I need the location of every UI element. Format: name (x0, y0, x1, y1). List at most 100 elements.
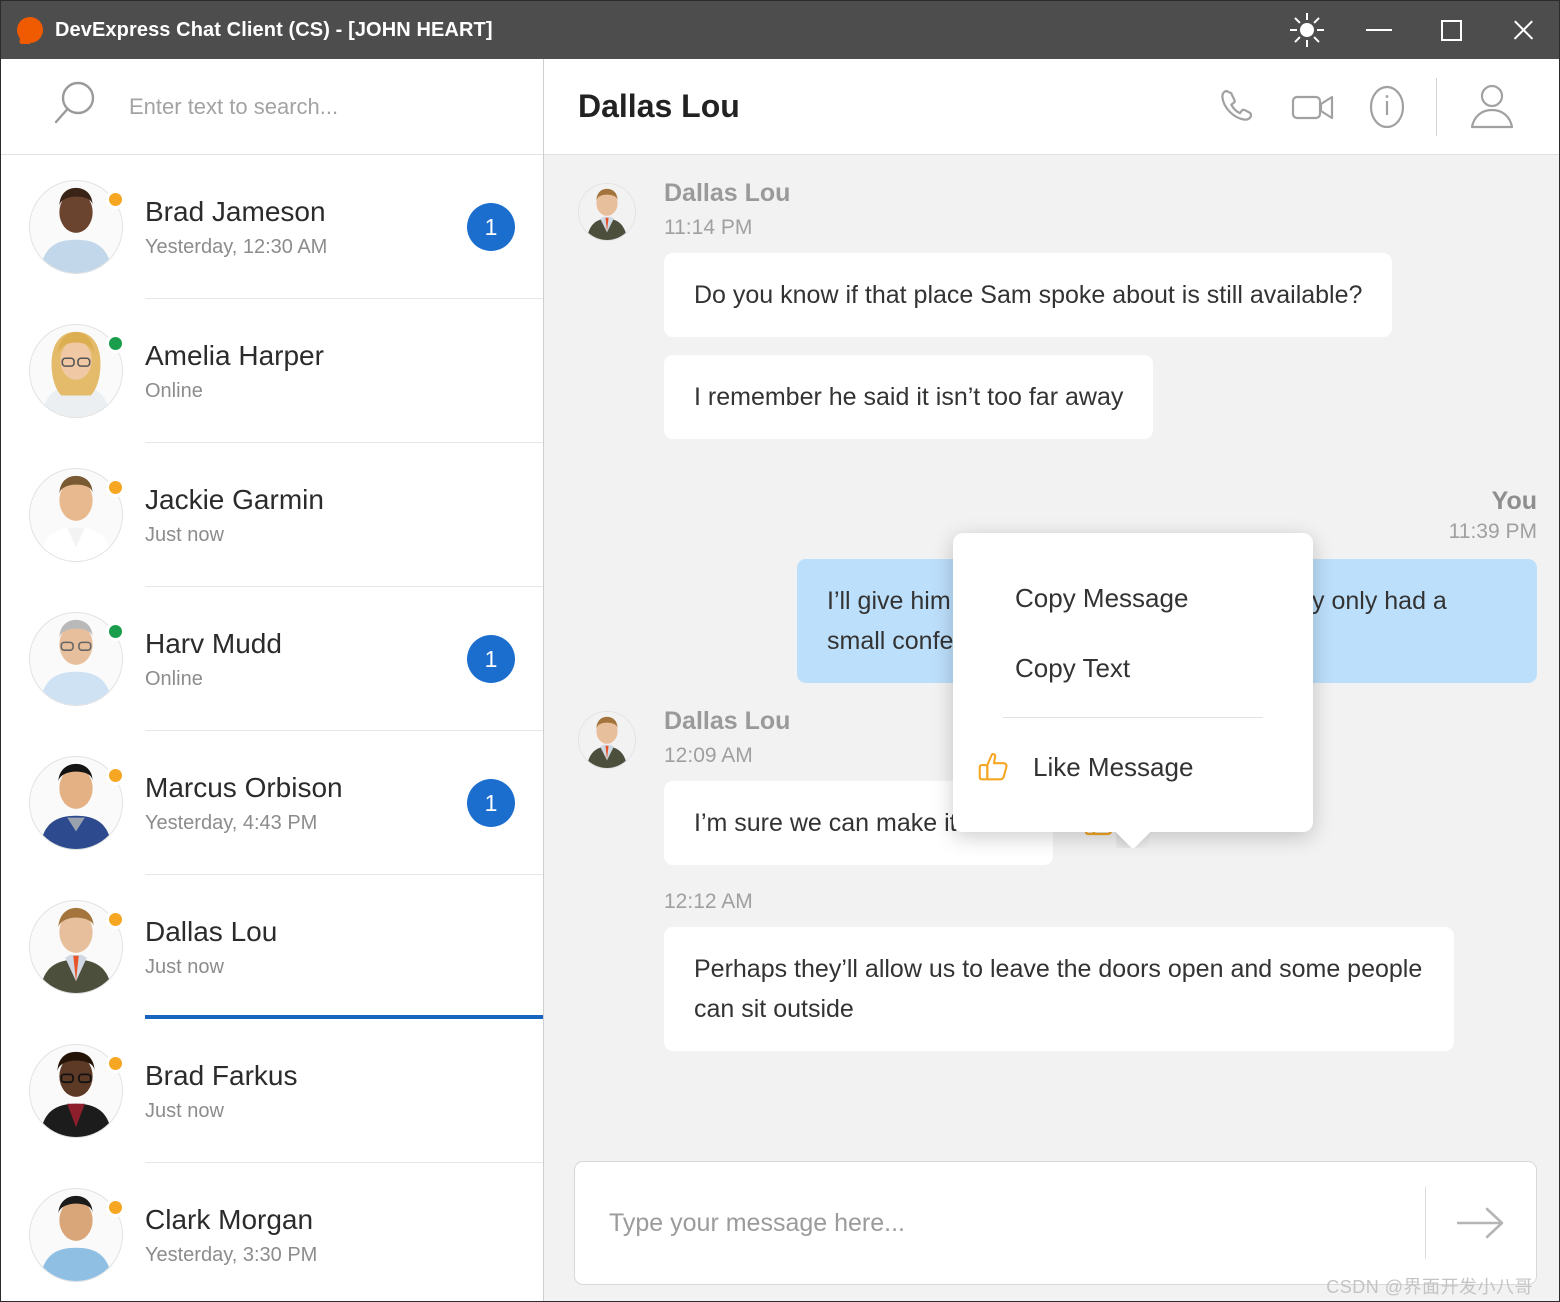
info-button[interactable] (1350, 77, 1424, 137)
status-dot-away (106, 478, 125, 497)
contact-list-item[interactable]: Clark Morgan Yesterday, 3:30 PM (1, 1163, 543, 1301)
contact-status-text: Online (145, 380, 203, 402)
contact-text: Brad Farkus Just now (145, 1059, 467, 1123)
search-input[interactable] (129, 93, 543, 120)
avatar-wrapper (29, 180, 125, 274)
contact-list-item[interactable]: Marcus Orbison Yesterday, 4:43 PM 1 (1, 731, 543, 875)
contact-name: Marcus Orbison (145, 772, 343, 803)
sidebar: Brad Jameson Yesterday, 12:30 AM 1 Amelia H… (1, 59, 544, 1301)
message-composer[interactable] (574, 1161, 1537, 1285)
window-title: DevExpress Chat Client (CS) - [JOHN HEAR… (55, 18, 493, 41)
chat-actions (1202, 77, 1529, 137)
contact-status-text: Online (145, 668, 203, 690)
status-dot-away (106, 190, 125, 209)
person-icon (1470, 84, 1514, 128)
message-time: 12:12 AM (664, 890, 753, 913)
minimize-button[interactable] (1343, 1, 1415, 59)
contact-list[interactable]: Brad Jameson Yesterday, 12:30 AM 1 Amelia H… (1, 155, 543, 1301)
message-sender: You (1491, 487, 1537, 515)
chat-header: Dallas Lou (544, 59, 1559, 155)
status-dot-away (106, 1054, 125, 1073)
message-input[interactable] (575, 1208, 1425, 1238)
unread-badge: 1 (467, 203, 515, 251)
contact-status-text: Yesterday, 4:43 PM (145, 812, 318, 834)
contact-list-item[interactable]: Amelia Harper Online (1, 299, 543, 443)
search-icon (49, 78, 101, 135)
status-dot-online (106, 622, 125, 641)
maximize-button[interactable] (1415, 1, 1487, 59)
app-window: DevExpress Chat Client (CS) - [JOHN HEAR… (0, 0, 1560, 1302)
avatar (578, 711, 636, 769)
maximize-icon (1440, 19, 1462, 41)
contact-list-item[interactable]: Dallas Lou Just now (1, 875, 543, 1019)
devexpress-logo-icon (17, 17, 43, 44)
video-call-button[interactable] (1276, 77, 1350, 137)
message-time: 11:14 PM (664, 216, 753, 239)
context-menu-item-label: Like Message (1033, 751, 1194, 782)
composer-area: CSDN @界面开发小八哥 (544, 1147, 1559, 1301)
context-menu-divider (1003, 717, 1263, 718)
call-button[interactable] (1202, 77, 1276, 137)
unread-badge: 1 (467, 779, 515, 827)
contact-text: Jackie Garmin Just now (145, 483, 467, 547)
contact-list-item[interactable]: Brad Jameson Yesterday, 12:30 AM 1 (1, 155, 543, 299)
contact-list-item[interactable]: Brad Farkus Just now (1, 1019, 543, 1163)
status-dot-away (106, 1198, 125, 1217)
message-list: Dallas Lou 11:14 PM Do you know if that … (544, 155, 1559, 1147)
message-bubble[interactable]: Perhaps they’ll allow us to leave the do… (664, 927, 1454, 1051)
contact-name: Harv Mudd (145, 628, 282, 659)
unread-badge: 1 (467, 635, 515, 683)
contact-status-text: Yesterday, 3:30 PM (145, 1244, 318, 1266)
main-body: Brad Jameson Yesterday, 12:30 AM 1 Amelia H… (1, 59, 1559, 1301)
sun-icon (1290, 13, 1324, 47)
contact-text: Harv Mudd Online (145, 627, 467, 691)
contact-list-item[interactable]: Jackie Garmin Just now (1, 443, 543, 587)
avatar-wrapper (29, 1044, 125, 1138)
contact-name: Dallas Lou (145, 916, 278, 947)
contact-text: Brad Jameson Yesterday, 12:30 AM (145, 195, 467, 259)
contact-text: Dallas Lou Just now (145, 915, 467, 979)
avatar-wrapper (29, 756, 125, 850)
close-button[interactable] (1487, 1, 1559, 59)
avatar-wrapper (29, 468, 125, 562)
status-dot-online (106, 334, 125, 353)
close-icon (1511, 18, 1535, 42)
contact-text: Amelia Harper Online (145, 339, 467, 403)
context-menu-pointer (1116, 831, 1150, 848)
message-bubble[interactable]: I remember he said it isn’t too far away (664, 355, 1154, 439)
profile-button[interactable] (1455, 77, 1529, 137)
contact-text: Marcus Orbison Yesterday, 4:43 PM (145, 771, 467, 835)
message-group: Dallas Lou 11:14 PM Do you know if that … (578, 177, 1537, 457)
avatar-wrapper (29, 612, 125, 706)
chat-title: Dallas Lou (578, 88, 740, 124)
contact-name: Jackie Garmin (145, 484, 324, 515)
video-camera-icon (1291, 95, 1334, 119)
search-bar (1, 59, 543, 155)
contact-name: Brad Jameson (145, 196, 326, 227)
send-button[interactable] (1426, 1162, 1536, 1284)
context-menu[interactable]: Copy Message Copy Text Like Message (953, 533, 1313, 832)
contact-status-text: Just now (145, 1100, 224, 1122)
context-menu-item-copy-message[interactable]: Copy Message (953, 563, 1313, 633)
contact-status-text: Just now (145, 956, 224, 978)
contact-text: Clark Morgan Yesterday, 3:30 PM (145, 1203, 467, 1267)
contact-list-item[interactable]: Harv Mudd Online 1 (1, 587, 543, 731)
avatar-wrapper (29, 1188, 125, 1282)
arrow-right-icon (1457, 1207, 1504, 1239)
status-dot-away (106, 910, 125, 929)
avatar (578, 183, 636, 241)
context-menu-item-like-message[interactable]: Like Message (953, 732, 1313, 802)
message-bubble[interactable]: Do you know if that place Sam spoke abou… (664, 253, 1393, 337)
contact-status-text: Just now (145, 524, 224, 546)
thumbs-up-icon (973, 748, 1015, 786)
contact-name: Brad Farkus (145, 1060, 298, 1091)
chat-pane: Dallas Lou Dallas Lou 11:14 PM Do you kn… (544, 59, 1559, 1301)
minimize-icon (1366, 29, 1392, 31)
contact-name: Amelia Harper (145, 340, 324, 371)
message-sender: Dallas Lou (664, 179, 791, 207)
info-circle-icon (1369, 85, 1405, 128)
context-menu-item-copy-text[interactable]: Copy Text (953, 633, 1313, 703)
avatar-wrapper (29, 324, 125, 418)
theme-toggle-button[interactable] (1271, 1, 1343, 59)
contact-status-text: Yesterday, 12:30 AM (145, 236, 328, 258)
